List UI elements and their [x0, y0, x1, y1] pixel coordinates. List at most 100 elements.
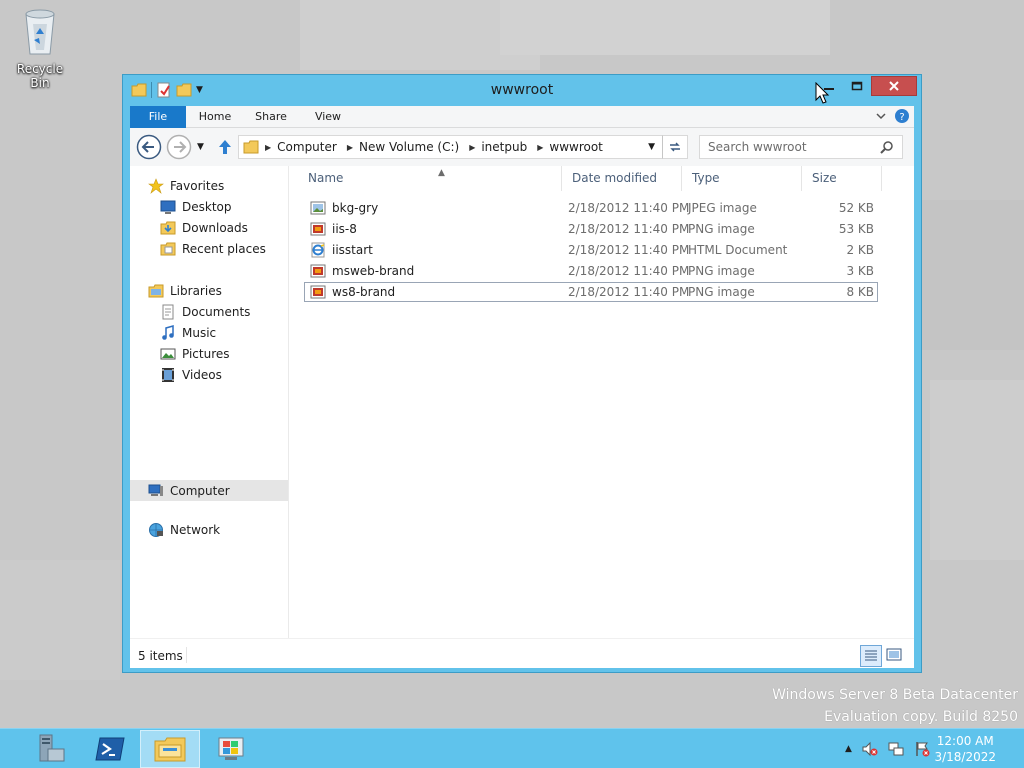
tab-share[interactable]: Share	[250, 106, 292, 128]
nav-libraries[interactable]: Libraries	[148, 283, 222, 299]
file-type: PNG image	[688, 264, 755, 278]
file-row[interactable]: bkg-gry 2/18/2012 11:40 PM JPEG image 52…	[304, 198, 878, 218]
nav-favorites-label: Favorites	[170, 179, 225, 193]
documents-icon	[162, 304, 174, 320]
star-icon	[148, 178, 164, 194]
os-watermark: Windows Server 8 Beta Datacenter Evaluat…	[772, 684, 1018, 728]
nav-pictures[interactable]: Pictures	[160, 346, 230, 362]
file-row-selected[interactable]: ws8-brand 2/18/2012 11:40 PM PNG image 8…	[304, 282, 878, 302]
file-date: 2/18/2012 11:40 PM	[568, 222, 690, 236]
file-size: 2 KB	[846, 243, 874, 257]
file-row[interactable]: msweb-brand 2/18/2012 11:40 PM PNG image…	[304, 261, 878, 281]
search-input[interactable]: Search wwwroot	[699, 135, 903, 159]
close-button[interactable]	[871, 76, 917, 96]
large-icons-view-button[interactable]	[884, 645, 906, 667]
nav-downloads[interactable]: Downloads	[160, 220, 248, 236]
nav-favorites[interactable]: Favorites	[148, 178, 224, 194]
breadcrumb-separator-icon[interactable]: ▶	[469, 143, 475, 152]
nav-recent-places-label: Recent places	[182, 242, 266, 256]
recent-locations-chevron-icon[interactable]: ▼	[197, 142, 204, 152]
maximize-icon	[851, 81, 863, 91]
column-header-name[interactable]: Name ▲	[298, 166, 562, 191]
file-name: iisstart	[332, 243, 373, 257]
file-type: PNG image	[688, 285, 755, 299]
maximize-button[interactable]	[843, 76, 871, 96]
file-size: 52 KB	[838, 201, 874, 215]
tab-file[interactable]: File	[130, 106, 186, 128]
nav-network[interactable]: Network	[148, 522, 220, 538]
network-tray-icon[interactable]	[888, 741, 904, 757]
file-size: 3 KB	[846, 264, 874, 278]
music-icon	[162, 325, 174, 340]
nav-desktop[interactable]: Desktop	[160, 199, 232, 215]
search-placeholder: Search wwwroot	[708, 140, 807, 154]
folder-icon	[243, 140, 259, 154]
breadcrumb-separator-icon[interactable]: ▶	[537, 143, 543, 152]
close-icon	[889, 81, 899, 91]
taskbar-clock[interactable]: 12:00 AM 3/18/2022	[934, 733, 996, 765]
nav-videos[interactable]: Videos	[160, 367, 222, 383]
taskbar-server-manager-button[interactable]	[18, 730, 78, 768]
file-row[interactable]: iis-8 2/18/2012 11:40 PM PNG image 53 KB	[304, 219, 878, 239]
breadcrumb-separator-icon[interactable]: ▶	[347, 143, 353, 152]
nav-computer[interactable]: Computer	[130, 480, 288, 501]
nav-downloads-label: Downloads	[182, 221, 248, 235]
details-view-button[interactable]	[860, 645, 882, 667]
navigation-pane: Favorites Desktop Downloads Recent place…	[130, 166, 289, 638]
nav-music-label: Music	[182, 326, 217, 340]
nav-libraries-label: Libraries	[170, 284, 222, 298]
title-bar[interactable]: ▼ wwwroot	[123, 75, 921, 105]
nav-music[interactable]: Music	[160, 325, 216, 341]
recycle-bin-label: Recycle Bin	[16, 62, 64, 90]
videos-icon	[162, 368, 174, 382]
up-arrow-icon[interactable]	[216, 138, 234, 156]
file-row[interactable]: iisstart 2/18/2012 11:40 PM HTML Documen…	[304, 240, 878, 260]
search-icon[interactable]	[880, 140, 894, 154]
nav-computer-label: Computer	[170, 483, 230, 498]
column-header-size[interactable]: Size	[802, 166, 882, 191]
back-button-icon[interactable]	[136, 134, 162, 160]
file-name: ws8-brand	[332, 285, 396, 299]
tab-home[interactable]: Home	[194, 106, 236, 128]
file-date: 2/18/2012 11:40 PM	[568, 264, 690, 278]
file-type: HTML Document	[688, 243, 788, 257]
column-header-type[interactable]: Type	[682, 166, 802, 191]
help-icon[interactable]: ?	[894, 108, 910, 124]
forward-button-icon[interactable]	[166, 134, 192, 160]
nav-documents-label: Documents	[182, 305, 251, 319]
show-hidden-icons-chevron-icon[interactable]: ▲	[845, 744, 852, 754]
breadcrumb-new-volume[interactable]: New Volume (C:)	[359, 140, 459, 154]
file-size: 53 KB	[838, 222, 874, 236]
breadcrumb-inetpub[interactable]: inetpub	[481, 140, 527, 154]
ribbon-controls: ?	[874, 108, 910, 124]
breadcrumb-wwwroot[interactable]: wwwroot	[549, 140, 603, 154]
refresh-button[interactable]	[662, 135, 688, 159]
tab-view[interactable]: View	[308, 106, 348, 128]
pictures-icon	[160, 348, 176, 360]
address-bar[interactable]: ▶ Computer ▶ New Volume (C:) ▶ inetpub ▶…	[238, 135, 688, 159]
svg-text:?: ?	[899, 112, 904, 123]
png-file-icon	[310, 222, 326, 236]
recycle-bin-shortcut[interactable]: Recycle Bin	[6, 6, 74, 90]
file-name: iis-8	[332, 222, 357, 236]
breadcrumb-computer[interactable]: Computer	[277, 140, 337, 154]
breadcrumb-separator-icon[interactable]: ▶	[265, 143, 271, 152]
clock-time: 12:00 AM	[936, 734, 994, 748]
desktop-icon	[160, 200, 176, 214]
taskbar-powershell-button[interactable]	[80, 730, 140, 768]
nav-videos-label: Videos	[182, 368, 222, 382]
nav-recent-places[interactable]: Recent places	[160, 241, 266, 257]
expand-ribbon-chevron-icon[interactable]	[874, 109, 888, 123]
action-center-flag-icon[interactable]	[914, 741, 930, 757]
computer-icon	[148, 484, 163, 496]
file-name: msweb-brand	[332, 264, 415, 278]
taskbar-internet-explorer-button[interactable]	[202, 730, 262, 768]
wallpaper-block	[920, 200, 1024, 350]
sort-ascending-icon: ▲	[438, 168, 445, 178]
nav-documents[interactable]: Documents	[160, 304, 250, 320]
address-dropdown-icon[interactable]: ▼	[648, 142, 655, 152]
column-header-date-modified[interactable]: Date modified	[562, 166, 682, 191]
taskbar-file-explorer-button[interactable]	[140, 730, 200, 768]
volume-muted-icon[interactable]	[862, 741, 878, 757]
jpeg-file-icon	[310, 201, 326, 215]
